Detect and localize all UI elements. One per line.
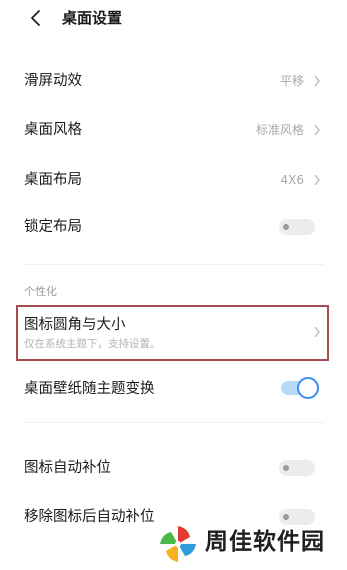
toggle-knob bbox=[283, 514, 289, 520]
chevron-right-icon bbox=[314, 75, 320, 87]
toggle-knob bbox=[283, 224, 289, 230]
chevron-right-icon bbox=[314, 174, 320, 186]
row-value: 4X6 bbox=[280, 173, 305, 187]
chevron-right-icon bbox=[314, 326, 320, 338]
row-value: 平移 bbox=[279, 74, 304, 88]
row-label: 图标自动补位 bbox=[24, 460, 111, 476]
settings-row-icon-auto-fill: 图标自动补位 bbox=[0, 455, 347, 481]
settings-row-icon-corner-size[interactable]: 图标圆角与大小 仅在系统主题下，支持设置。 bbox=[0, 312, 347, 356]
page-title: 桌面设置 bbox=[62, 9, 123, 27]
icon-auto-fill-toggle[interactable] bbox=[279, 460, 315, 476]
row-label: 图标圆角与大小 bbox=[24, 317, 126, 333]
row-label: 桌面风格 bbox=[24, 122, 82, 138]
watermark-text: 周佳软件园 bbox=[205, 529, 325, 555]
divider bbox=[24, 422, 324, 423]
settings-row-scroll-effect[interactable]: 滑屏动效 平移 bbox=[0, 68, 347, 94]
settings-row-wallpaper-follow-theme: 桌面壁纸随主题变换 bbox=[0, 376, 347, 402]
toggle-knob bbox=[283, 465, 289, 471]
chevron-right-icon bbox=[314, 124, 320, 136]
toggle-knob bbox=[297, 377, 319, 399]
section-label-personalization: 个性化 bbox=[24, 285, 57, 298]
pinwheel-logo-icon bbox=[157, 523, 199, 565]
settings-row-lock-layout: 锁定布局 bbox=[0, 214, 347, 240]
row-value: 标准风格 bbox=[255, 123, 304, 137]
row-label: 移除图标后自动补位 bbox=[24, 509, 155, 525]
row-label: 桌面布局 bbox=[24, 172, 82, 188]
row-label: 滑屏动效 bbox=[24, 73, 82, 89]
header: 桌面设置 bbox=[0, 0, 347, 36]
divider bbox=[24, 264, 324, 265]
lock-layout-toggle[interactable] bbox=[279, 219, 315, 235]
settings-row-desktop-style[interactable]: 桌面风格 标准风格 bbox=[0, 117, 347, 143]
chevron-left-icon[interactable] bbox=[26, 8, 46, 28]
settings-row-desktop-layout[interactable]: 桌面布局 4X6 bbox=[0, 167, 347, 193]
watermark: 周佳软件园 bbox=[157, 521, 347, 566]
row-label: 锁定布局 bbox=[24, 219, 82, 235]
row-sublabel: 仅在系统主题下，支持设置。 bbox=[24, 338, 161, 350]
wallpaper-follow-toggle[interactable] bbox=[281, 377, 319, 399]
row-label: 桌面壁纸随主题变换 bbox=[24, 381, 155, 397]
